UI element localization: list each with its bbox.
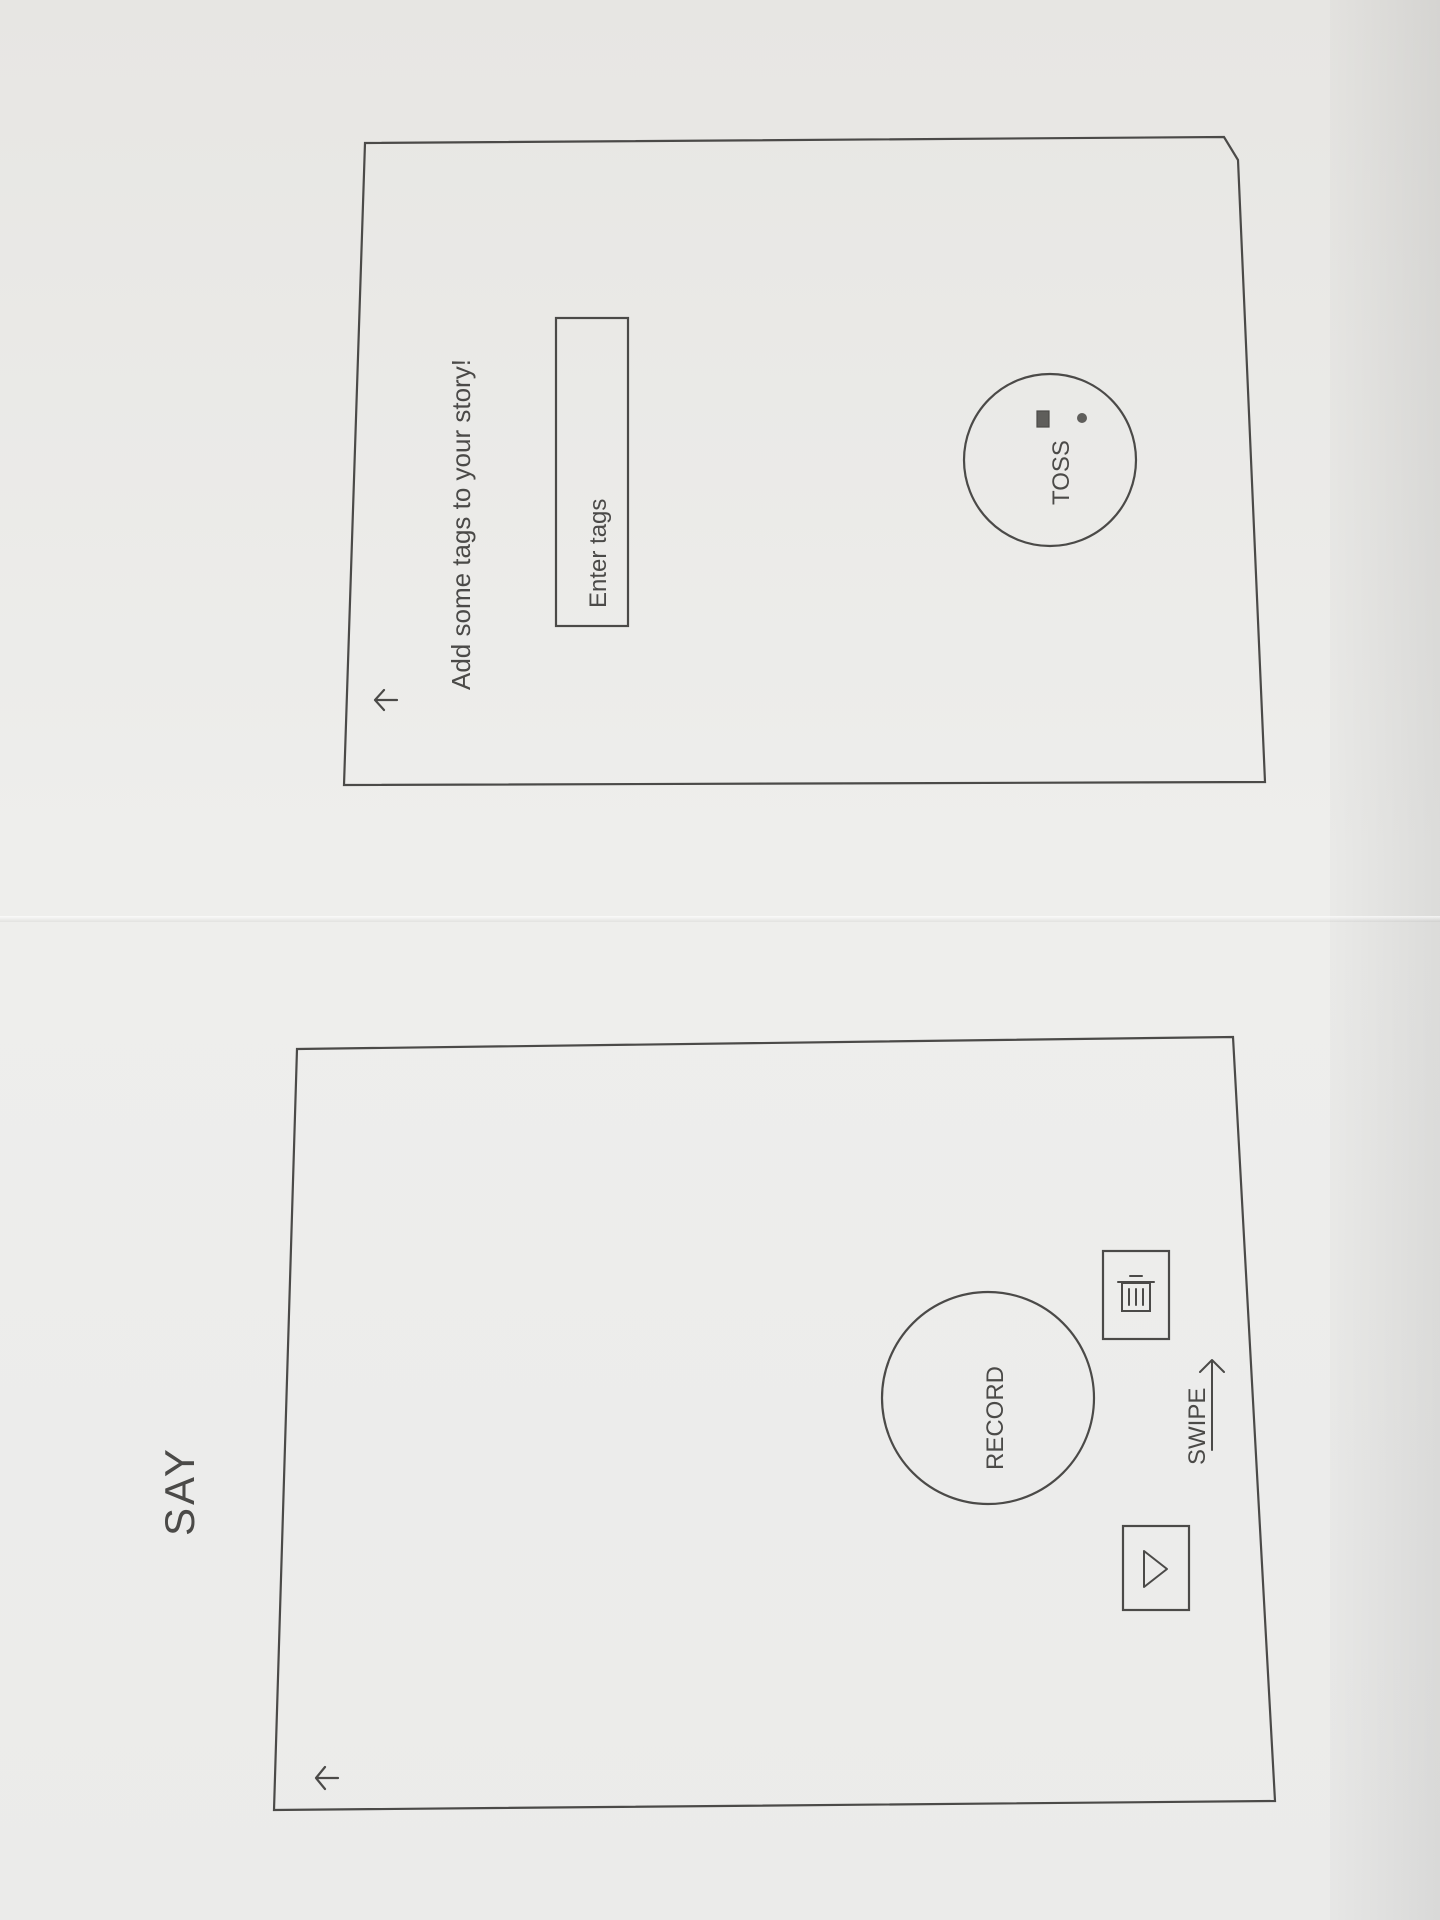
tags-screen-frame [342, 135, 1267, 787]
record-screen: SAY RECORD SWIPE [156, 1035, 1277, 1812]
record-screen-frame [272, 1035, 1277, 1812]
trash-icon [1117, 1275, 1155, 1312]
toss-trash-icon [1036, 410, 1087, 428]
record-button-label: RECORD [982, 1366, 1009, 1470]
tags-back-arrow-icon[interactable] [373, 688, 399, 712]
sketch-canvas: Add some tags to your story! Enter tags … [156, 135, 1277, 1812]
play-button[interactable] [1121, 1524, 1191, 1612]
swipe-label: SWIPE [1184, 1388, 1211, 1465]
play-icon [1143, 1550, 1168, 1588]
tags-heading: Add some tags to your story! [446, 359, 476, 690]
record-back-arrow-icon[interactable] [314, 1765, 340, 1791]
trash-button[interactable] [1101, 1249, 1171, 1341]
play-button-frame [1121, 1524, 1191, 1612]
tags-input-placeholder: Enter tags [585, 499, 612, 608]
tags-screen: Add some tags to your story! Enter tags … [342, 135, 1267, 787]
app-title: SAY [156, 1446, 203, 1536]
toss-button-label: TOSS [1048, 440, 1075, 505]
